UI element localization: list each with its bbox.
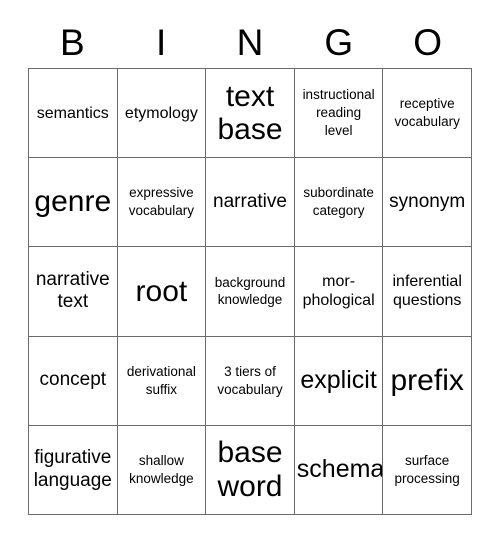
bingo-cell-r1c1[interactable]: semantics — [29, 69, 118, 159]
bingo-cell-label: surface processing — [394, 452, 460, 486]
bingo-cell-label: synonym — [389, 191, 466, 213]
bingo-cell-label: derivational suffix — [126, 363, 196, 397]
bingo-header-letter-n: N — [236, 21, 264, 63]
bingo-cell-r1c4[interactable]: instructional reading level — [294, 69, 384, 159]
bingo-cell-r4c4[interactable]: explicit — [294, 336, 384, 426]
bingo-cell-label: background knowledge — [214, 274, 286, 308]
bingo-cell-r2c1[interactable]: genre — [29, 158, 118, 248]
bingo-cell-r4c5[interactable]: prefix — [383, 336, 472, 426]
bingo-cell-label: 3 tiers of vocabulary — [217, 363, 283, 397]
bingo-grid: semantics etymology text base instructional… — [28, 68, 472, 515]
bingo-cell-r3c5[interactable]: inferential questions — [383, 247, 472, 337]
bingo-header: BINGO — [28, 16, 472, 68]
bingo-cell-label: narrative text — [35, 269, 110, 313]
bingo-cell-label: narrative — [213, 191, 287, 213]
bingo-cell-label: genre — [34, 185, 112, 219]
bingo-cell-label: explicit — [300, 365, 377, 394]
bingo-cell-r1c3[interactable]: text base — [206, 69, 295, 159]
bingo-cell-label: base word — [217, 436, 283, 503]
bingo-cell-label: concept — [39, 369, 107, 391]
bingo-cell-label: figurative language — [33, 447, 112, 491]
bingo-cell-label: instructional reading level — [302, 87, 375, 139]
bingo-cell-label: mor- phological — [302, 273, 375, 310]
bingo-header-letter-o: O — [413, 21, 442, 63]
bingo-cell-label: schema — [296, 455, 384, 484]
bingo-cell-r3c1[interactable]: narrative text — [29, 247, 118, 337]
bingo-cell-label: expressive vocabulary — [128, 185, 195, 219]
bingo-cell-r4c2[interactable]: derivational suffix — [117, 336, 207, 426]
bingo-cell-label: etymology — [124, 104, 198, 122]
bingo-card: B I N G O semantics etymology text base instruc… — [0, 0, 500, 544]
bingo-cell-r3c3[interactable]: background knowledge — [206, 247, 295, 337]
bingo-cell-label: root — [135, 274, 188, 308]
bingo-cell-label: prefix — [390, 363, 464, 397]
bingo-cell-r2c4[interactable]: subordinate category — [294, 158, 384, 248]
bingo-cell-r5c2[interactable]: shallow knowledge — [117, 425, 207, 515]
bingo-cell-label: semantics — [36, 104, 109, 122]
bingo-cell-r5c5[interactable]: surface processing — [383, 425, 472, 515]
bingo-cell-r2c3[interactable]: narrative — [206, 158, 295, 248]
bingo-cell-r4c1[interactable]: concept — [29, 336, 118, 426]
bingo-cell-r4c3[interactable]: 3 tiers of vocabulary — [206, 336, 295, 426]
bingo-cell-r5c1[interactable]: figurative language — [29, 425, 118, 515]
bingo-cell-r2c5[interactable]: synonym — [383, 158, 472, 248]
bingo-header-letter-i: I — [156, 21, 167, 63]
bingo-cell-label: inferential questions — [392, 273, 462, 310]
bingo-cell-r5c4[interactable]: schema — [294, 425, 384, 515]
bingo-cell-label: receptive vocabulary — [394, 96, 460, 130]
bingo-cell-label: shallow knowledge — [129, 452, 194, 486]
bingo-cell-label: subordinate category — [303, 185, 374, 219]
bingo-cell-r3c2[interactable]: root — [117, 247, 207, 337]
bingo-cell-r1c2[interactable]: etymology — [117, 69, 207, 159]
bingo-cell-r2c2[interactable]: expressive vocabulary — [117, 158, 207, 248]
bingo-cell-r5c3[interactable]: base word — [206, 425, 295, 515]
bingo-header-letter-b: B — [60, 21, 85, 63]
bingo-cell-r1c5[interactable]: receptive vocabulary — [383, 69, 472, 159]
bingo-cell-r3c4[interactable]: mor- phological — [294, 247, 384, 337]
bingo-header-letter-g: G — [324, 21, 354, 63]
bingo-cell-label: text base — [217, 79, 283, 147]
